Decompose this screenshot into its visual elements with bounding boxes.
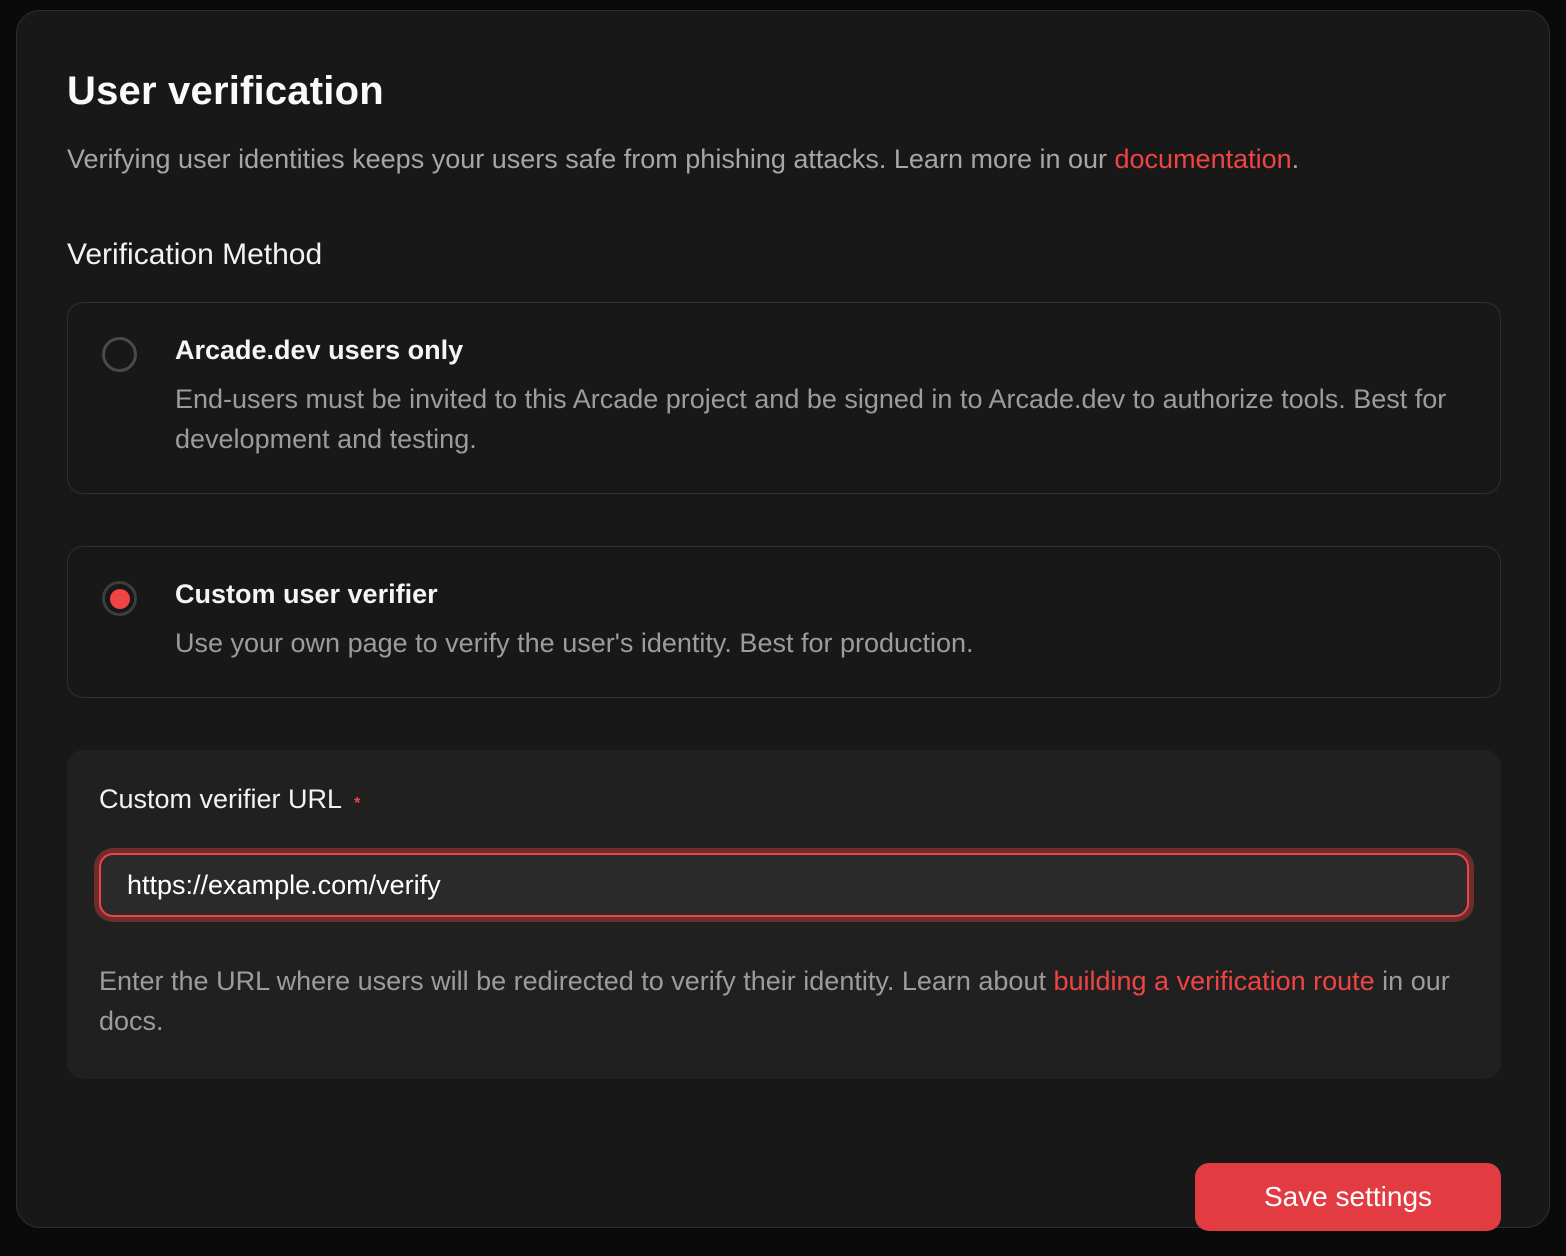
radio-dot xyxy=(110,589,130,609)
option-text-block: Custom user verifier Use your own page t… xyxy=(175,577,974,663)
option-label: Custom user verifier xyxy=(175,577,974,611)
radio-arcade-users-only[interactable] xyxy=(102,337,137,372)
option-description: Use your own page to verify the user's i… xyxy=(175,623,974,663)
help-prefix: Enter the URL where users will be redire… xyxy=(99,966,1053,996)
option-custom-user-verifier[interactable]: Custom user verifier Use your own page t… xyxy=(67,546,1501,698)
user-verification-panel: User verification Verifying user identit… xyxy=(16,10,1550,1228)
page-title: User verification xyxy=(67,69,1501,114)
required-asterisk: * xyxy=(354,795,360,812)
verification-method-heading: Verification Method xyxy=(67,238,1501,272)
field-label-row: Custom verifier URL * xyxy=(99,784,1469,815)
option-label: Arcade.dev users only xyxy=(175,333,1466,367)
custom-verifier-url-input[interactable] xyxy=(99,853,1469,917)
custom-verifier-url-card: Custom verifier URL * Enter the URL where… xyxy=(67,750,1501,1079)
radio-custom-user-verifier[interactable] xyxy=(102,581,137,616)
custom-verifier-url-label: Custom verifier URL xyxy=(99,784,342,814)
subtitle-period: . xyxy=(1292,144,1300,174)
url-help-text: Enter the URL where users will be redire… xyxy=(99,961,1469,1041)
option-arcade-users-only[interactable]: Arcade.dev users only End-users must be … xyxy=(67,302,1501,494)
documentation-link[interactable]: documentation xyxy=(1115,144,1292,174)
page-subtitle: Verifying user identities keeps your use… xyxy=(67,140,1501,178)
option-description: End-users must be invited to this Arcade… xyxy=(175,379,1466,459)
building-verification-route-link[interactable]: building a verification route xyxy=(1053,966,1374,996)
option-text-block: Arcade.dev users only End-users must be … xyxy=(175,333,1466,459)
footer-actions: Save settings xyxy=(67,1163,1501,1231)
subtitle-text: Verifying user identities keeps your use… xyxy=(67,144,1115,174)
save-settings-button[interactable]: Save settings xyxy=(1195,1163,1501,1231)
